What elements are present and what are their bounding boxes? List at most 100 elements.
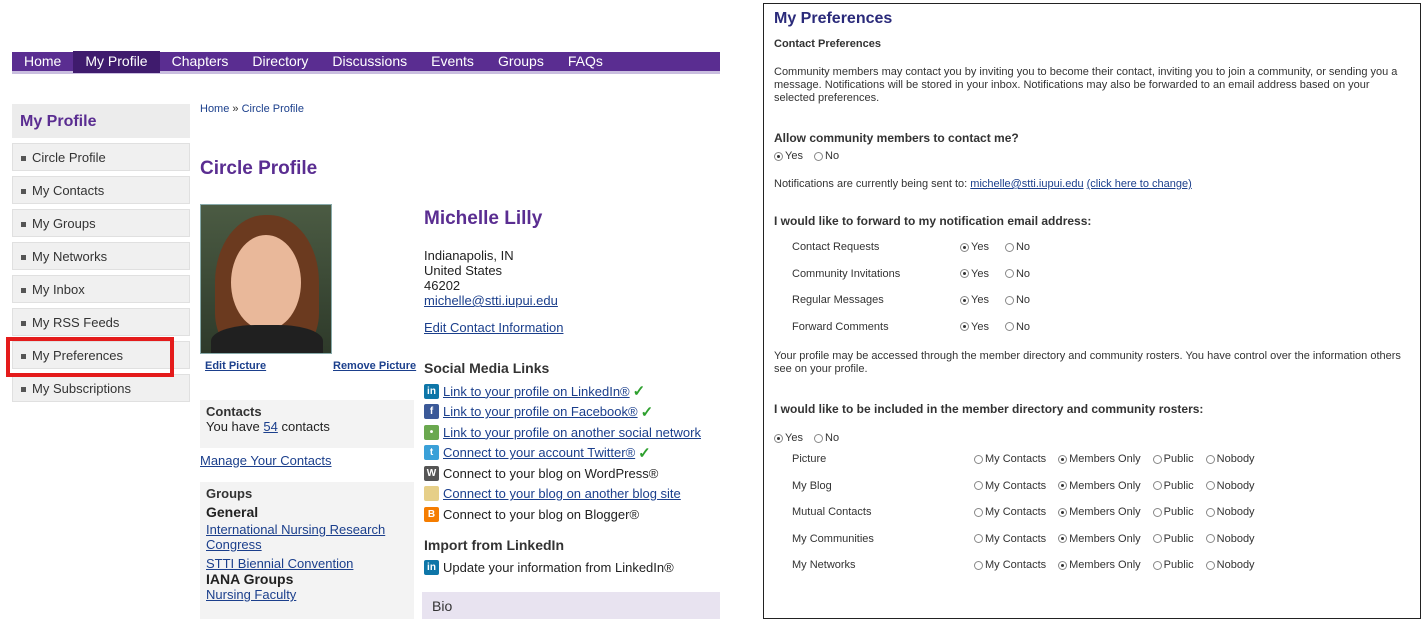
visibility-option-label: Members Only	[1069, 479, 1141, 492]
social-link-label[interactable]: Link to your profile on Facebook®	[443, 404, 638, 419]
forward-no-radio[interactable]	[1004, 269, 1014, 279]
sidebar-item-label: My Networks	[32, 249, 108, 264]
breadcrumb-current[interactable]: Circle Profile	[242, 103, 304, 115]
manage-contacts-link[interactable]: Manage Your Contacts	[200, 453, 332, 468]
nav-item-groups[interactable]: Groups	[486, 51, 556, 73]
forward-no-option: No	[1004, 294, 1030, 306]
nav-item-directory[interactable]: Directory	[240, 51, 320, 73]
visibility-option-members-only: Members Only	[1058, 559, 1141, 571]
import-linkedin-label[interactable]: Update your information from LinkedIn®	[443, 560, 674, 575]
forward-yes-radio[interactable]	[960, 322, 969, 332]
edit-contact-link[interactable]: Edit Contact Information	[424, 320, 563, 335]
group-link[interactable]: International Nursing Research Congress	[206, 522, 408, 552]
nav-item-faqs[interactable]: FAQs	[556, 51, 615, 73]
visibility-my-contacts-radio[interactable]	[974, 560, 983, 570]
visibility-option-label: Members Only	[1069, 559, 1141, 572]
visibility-public-radio[interactable]	[1152, 534, 1162, 544]
visibility-members-only-radio[interactable]	[1058, 560, 1068, 570]
nav-item-discussions[interactable]: Discussions	[320, 51, 419, 73]
group-link[interactable]: STTI Biennial Convention	[206, 556, 408, 571]
visibility-public-radio[interactable]	[1152, 507, 1162, 517]
forward-no-radio[interactable]	[1004, 295, 1014, 305]
bullet-icon	[21, 321, 26, 327]
nav-item-chapters[interactable]: Chapters	[160, 51, 241, 73]
visibility-public-radio[interactable]	[1152, 560, 1162, 570]
group-link[interactable]: Nursing Faculty	[206, 587, 408, 602]
allow-contact-question: Allow community members to contact me?	[774, 131, 1019, 145]
visibility-members-only-radio[interactable]	[1058, 454, 1068, 464]
forward-no-radio[interactable]	[1004, 322, 1014, 332]
allow-yes-radio[interactable]	[774, 151, 783, 161]
visibility-members-only-radio[interactable]	[1058, 507, 1068, 517]
visibility-my-contacts-radio[interactable]	[974, 454, 983, 464]
social-link-label[interactable]: Link to your profile on another social n…	[443, 425, 701, 440]
social-row-wordpress[interactable]: W Connect to your blog on WordPress®	[424, 463, 701, 484]
breadcrumb-home[interactable]: Home	[200, 103, 229, 115]
preferences-intro: Community members may contact you by inv…	[774, 66, 1398, 104]
forward-no-label: No	[1015, 267, 1031, 280]
visibility-public-radio[interactable]	[1152, 481, 1162, 491]
social-row-linkedin[interactable]: in Link to your profile on LinkedIn® ✓	[424, 381, 701, 402]
social-row-social-network[interactable]: • Link to your profile on another social …	[424, 422, 701, 443]
social-row-facebook[interactable]: f Link to your profile on Facebook® ✓	[424, 402, 701, 423]
visibility-my-contacts-radio[interactable]	[974, 481, 983, 491]
nav-item-my-profile[interactable]: My Profile	[73, 50, 160, 73]
forward-yes-label: Yes	[971, 320, 989, 333]
nav-item-events[interactable]: Events	[419, 51, 486, 73]
directory-no-radio[interactable]	[814, 433, 824, 443]
social-row-blogger[interactable]: B Connect to your blog on Blogger®	[424, 504, 701, 525]
visibility-nobody-radio[interactable]	[1205, 507, 1215, 517]
social-link-label[interactable]: Connect to your blog on Blogger®	[443, 507, 639, 522]
visibility-nobody-radio[interactable]	[1205, 454, 1215, 464]
change-email-link[interactable]: (click here to change)	[1087, 178, 1192, 190]
visibility-row-label: Mutual Contacts	[792, 506, 872, 519]
visibility-public-radio[interactable]	[1152, 454, 1162, 464]
sidebar-item-my-contacts[interactable]: My Contacts	[12, 176, 190, 204]
profile-email-link[interactable]: michelle@stti.iupui.edu	[424, 293, 558, 308]
import-linkedin-row[interactable]: in Update your information from LinkedIn…	[424, 560, 674, 575]
visibility-nobody-radio[interactable]	[1205, 560, 1215, 570]
allow-no-radio[interactable]	[814, 151, 824, 161]
visibility-option-label: Nobody	[1216, 506, 1255, 519]
forward-no-radio[interactable]	[1004, 242, 1014, 252]
visibility-my-contacts-radio[interactable]	[974, 534, 983, 544]
forward-yes-radio[interactable]	[960, 269, 969, 279]
nav-item-home[interactable]: Home	[12, 51, 73, 73]
visibility-nobody-radio[interactable]	[1205, 534, 1215, 544]
sidebar-item-my-inbox[interactable]: My Inbox	[12, 275, 190, 303]
visibility-nobody-radio[interactable]	[1205, 481, 1215, 491]
notification-line: Notifications are currently being sent t…	[774, 178, 1410, 190]
bio-section[interactable]: Bio	[422, 592, 720, 619]
social-link-label[interactable]: Connect to your blog on another blog sit…	[443, 486, 681, 501]
visibility-my-contacts-radio[interactable]	[974, 507, 983, 517]
forward-yes-label: Yes	[971, 241, 989, 254]
contacts-prefix: You have	[206, 419, 260, 434]
visibility-option-label: Members Only	[1069, 453, 1141, 466]
visibility-row-my-communities: My Communities My Contacts Members Only Pub…	[774, 526, 1410, 553]
edit-picture-link[interactable]: Edit Picture	[205, 360, 266, 372]
social-row-blog[interactable]: Connect to your blog on another blog sit…	[424, 484, 701, 505]
sidebar-item-my-rss-feeds[interactable]: My RSS Feeds	[12, 308, 190, 336]
visibility-option-public: Public	[1152, 506, 1194, 518]
visibility-option-label: My Contacts	[985, 532, 1047, 545]
remove-picture-link[interactable]: Remove Picture	[333, 360, 416, 372]
visibility-option-label: Public	[1163, 532, 1194, 545]
sidebar-item-circle-profile[interactable]: Circle Profile	[12, 143, 190, 171]
sidebar-item-my-subscriptions[interactable]: My Subscriptions	[12, 374, 190, 402]
forward-yes-radio[interactable]	[960, 242, 969, 252]
social-row-twitter[interactable]: t Connect to your account Twitter® ✓	[424, 443, 701, 464]
social-link-label[interactable]: Link to your profile on LinkedIn®	[443, 384, 630, 399]
visibility-members-only-radio[interactable]	[1058, 481, 1068, 491]
social-link-label[interactable]: Connect to your account Twitter®	[443, 445, 635, 460]
directory-yes-radio[interactable]	[774, 433, 783, 443]
contacts-count-link[interactable]: 54	[263, 419, 277, 434]
notification-email-link[interactable]: michelle@stti.iupui.edu	[970, 178, 1083, 190]
visibility-members-only-radio[interactable]	[1058, 534, 1068, 544]
social-link-label[interactable]: Connect to your blog on WordPress®	[443, 466, 658, 481]
visibility-option-label: My Contacts	[985, 453, 1047, 466]
sidebar-item-my-networks[interactable]: My Networks	[12, 242, 190, 270]
forward-yes-radio[interactable]	[960, 295, 969, 305]
visibility-row-my-networks: My Networks My Contacts Members Only Public…	[774, 552, 1410, 579]
sidebar-item-my-groups[interactable]: My Groups	[12, 209, 190, 237]
preferences-panel: My Preferences Contact Preferences Commu…	[763, 3, 1421, 619]
